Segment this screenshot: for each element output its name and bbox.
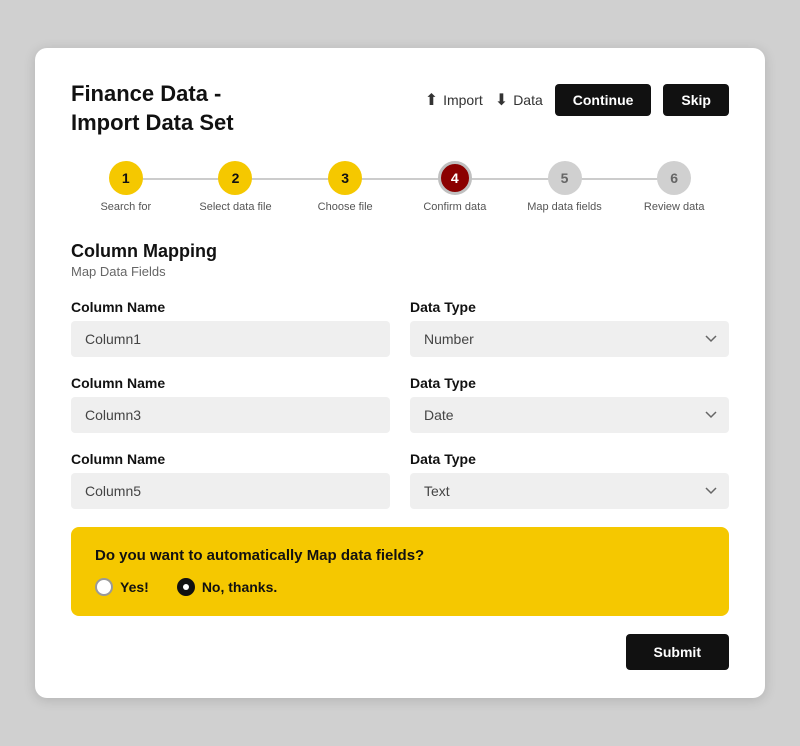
step-label-2: Select data file [199,201,271,213]
mapping-row-3: Column Name Data Type Number Text Date B… [71,451,729,509]
column-label-1: Column Name [71,299,390,315]
import-label: Import [443,92,483,108]
step-4: 4 Confirm data [400,161,510,213]
type-select-1[interactable]: Number Text Date Boolean [410,321,729,357]
type-label-2: Data Type [410,375,729,391]
section-title: Column Mapping [71,241,729,262]
column-group-3: Column Name [71,451,390,509]
radio-group: Yes! No, thanks. [95,578,705,596]
type-label-1: Data Type [410,299,729,315]
step-6: 6 Review data [619,161,729,213]
type-group-1: Data Type Number Text Date Boolean [410,299,729,357]
step-circle-5: 5 [548,161,582,195]
yes-option[interactable]: Yes! [95,578,149,596]
type-select-3[interactable]: Number Text Date Boolean [410,473,729,509]
step-label-5: Map data fields [527,201,602,213]
section-subtitle: Map Data Fields [71,264,729,279]
type-group-3: Data Type Number Text Date Boolean [410,451,729,509]
data-label: Data [513,92,543,108]
data-icon: ⬇ [495,90,508,110]
stepper: 1 Search for 2 Select data file 3 Choose… [71,161,729,213]
yes-label: Yes! [120,579,149,595]
step-circle-6: 6 [657,161,691,195]
column-label-3: Column Name [71,451,390,467]
step-1: 1 Search for [71,161,181,213]
step-label-6: Review data [644,201,705,213]
import-link[interactable]: ⬆ Import [425,90,483,110]
mapping-row-1: Column Name Data Type Number Text Date B… [71,299,729,357]
column-group-1: Column Name [71,299,390,357]
column-input-1[interactable] [71,321,390,357]
column-label-2: Column Name [71,375,390,391]
step-5: 5 Map data fields [510,161,620,213]
step-2: 2 Select data file [181,161,291,213]
step-circle-4: 4 [438,161,472,195]
step-3: 3 Choose file [290,161,400,213]
yes-radio[interactable] [95,578,113,596]
auto-map-banner: Do you want to automatically Map data fi… [71,527,729,616]
column-input-2[interactable] [71,397,390,433]
data-link[interactable]: ⬇ Data [495,90,543,110]
no-radio[interactable] [177,578,195,596]
page-title: Finance Data - Import Data Set [71,80,234,137]
step-circle-2: 2 [218,161,252,195]
mapping-row-2: Column Name Data Type Number Text Date B… [71,375,729,433]
no-option[interactable]: No, thanks. [177,578,277,596]
footer: Submit [71,634,729,670]
submit-button[interactable]: Submit [626,634,729,670]
column-input-3[interactable] [71,473,390,509]
auto-map-question: Do you want to automatically Map data fi… [95,547,705,564]
title-line2: Import Data Set [71,110,234,135]
main-card: Finance Data - Import Data Set ⬆ Import … [35,48,765,698]
type-group-2: Data Type Number Text Date Boolean [410,375,729,433]
step-circle-1: 1 [109,161,143,195]
import-icon: ⬆ [425,90,438,110]
type-label-3: Data Type [410,451,729,467]
continue-button[interactable]: Continue [555,84,652,116]
header-actions: ⬆ Import ⬇ Data Continue Skip [425,84,729,116]
column-group-2: Column Name [71,375,390,433]
skip-button[interactable]: Skip [663,84,729,116]
title-line1: Finance Data - [71,81,221,106]
step-label-4: Confirm data [423,201,486,213]
step-circle-3: 3 [328,161,362,195]
step-label-3: Choose file [318,201,373,213]
type-select-2[interactable]: Number Text Date Boolean [410,397,729,433]
step-label-1: Search for [100,201,151,213]
no-label: No, thanks. [202,579,277,595]
header: Finance Data - Import Data Set ⬆ Import … [71,80,729,137]
